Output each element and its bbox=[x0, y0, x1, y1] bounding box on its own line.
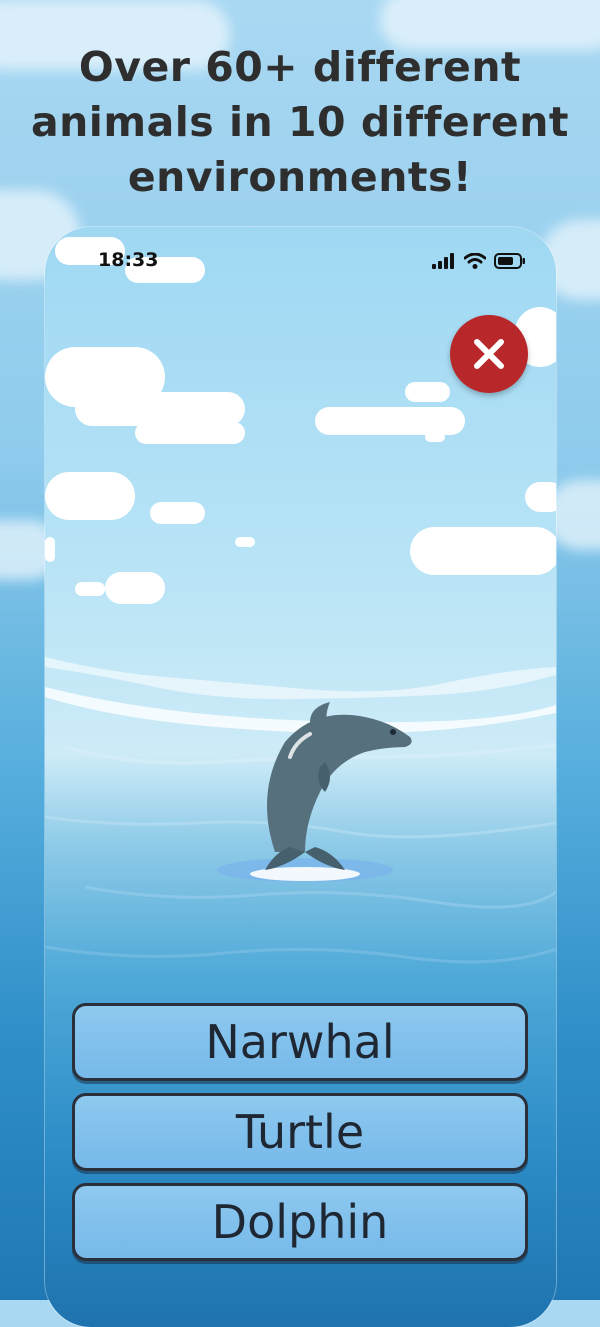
status-icons bbox=[432, 253, 526, 269]
answer-option-dolphin[interactable]: Dolphin bbox=[72, 1183, 528, 1261]
status-time: 18:33 bbox=[98, 249, 159, 271]
answer-option-turtle[interactable]: Turtle bbox=[72, 1093, 528, 1171]
phone-screen: 18:33 Narwhal Turtle Dolphin bbox=[45, 227, 556, 1327]
headline-line-3: environments! bbox=[127, 153, 473, 201]
answer-option-narwhal[interactable]: Narwhal bbox=[72, 1003, 528, 1081]
battery-icon bbox=[494, 253, 525, 269]
signal-icon bbox=[432, 253, 454, 269]
headline-line-2: animals in 10 different bbox=[30, 98, 570, 146]
dolphin-illustration bbox=[217, 702, 412, 882]
promo-headline: Over 60+ different animals in 10 differe… bbox=[0, 40, 600, 205]
headline-line-1: Over 60+ different bbox=[78, 43, 522, 91]
wifi-icon bbox=[464, 253, 486, 269]
close-icon bbox=[474, 339, 504, 369]
close-button[interactable] bbox=[450, 315, 528, 393]
